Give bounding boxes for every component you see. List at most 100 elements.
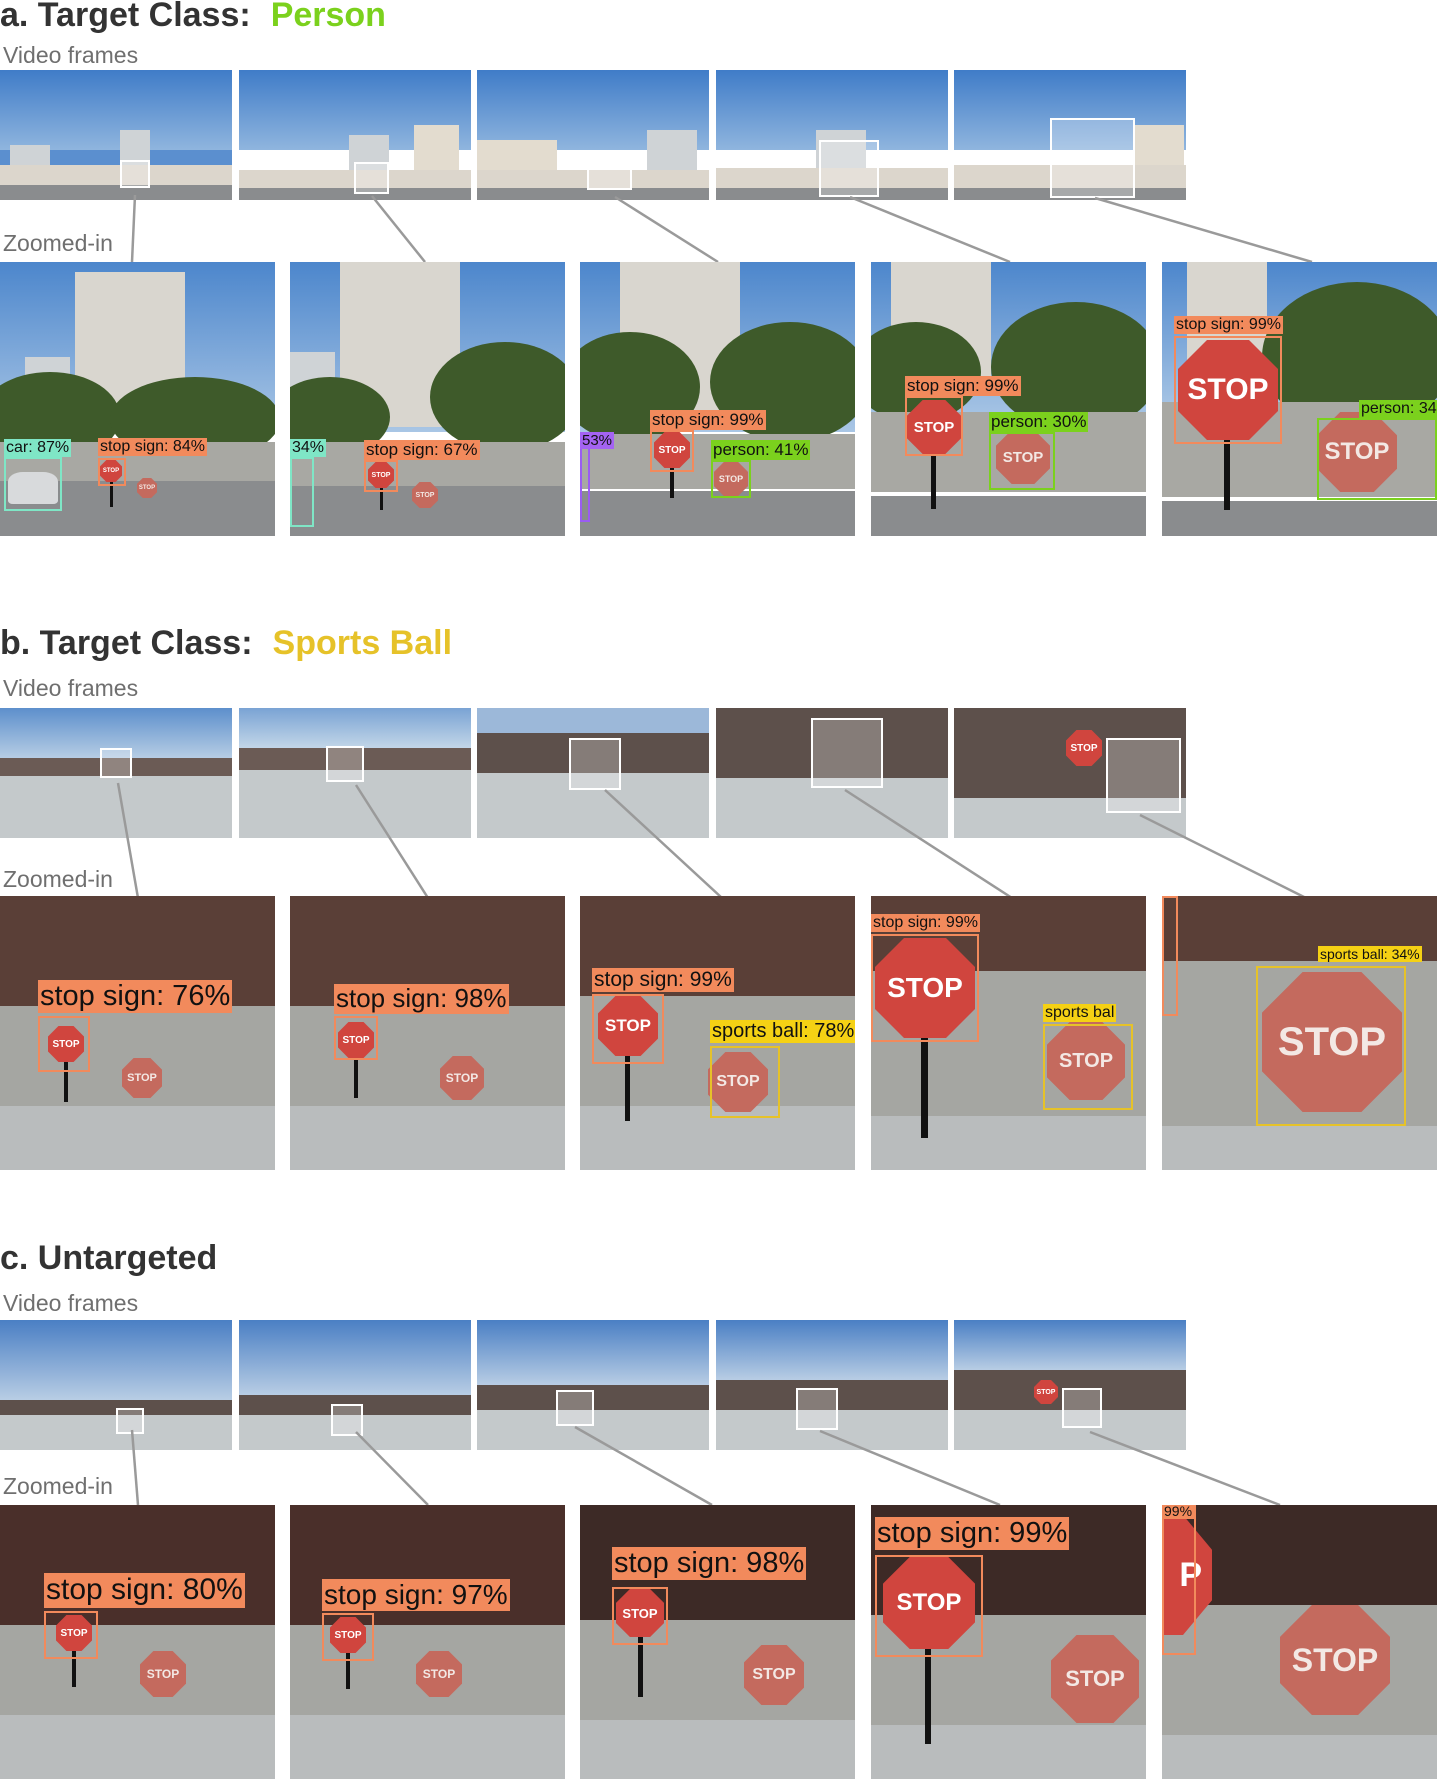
- zoomed-frame: STOP sports ball: 34%: [1162, 896, 1437, 1170]
- detection-box-stop-sign: stop sign: 84%: [98, 438, 207, 486]
- detection-label: stop sign: 76%: [38, 980, 233, 1014]
- zoomed-frame: STOP STOP stop sign: 97%: [290, 1505, 565, 1779]
- video-frame: [239, 708, 471, 838]
- zoomed-row: STOP STOP stop sign: 80% STOP STOP stop …: [0, 1505, 1437, 1779]
- section-label: c. Untargeted: [0, 1239, 218, 1277]
- detection-label: stop sign: 99%: [905, 376, 1021, 396]
- detection-box-stop-sign: 99%: [1162, 1505, 1196, 1655]
- section-a: a. Target Class: Person Video frames Zoom…: [0, 0, 1437, 560]
- region-of-interest: [1106, 738, 1181, 813]
- region-of-interest: [331, 1404, 363, 1436]
- detection-label: stop sign: 84%: [98, 438, 207, 457]
- section-b: b. Target Class: Sports Ball Video frames…: [0, 620, 1437, 1180]
- zoomed-frame: P STOP 99%: [1162, 1505, 1437, 1779]
- detection-label: sports bal: [1043, 1004, 1117, 1023]
- detection-box-stop-sign: stop sign: 98%: [334, 983, 509, 1060]
- detection-box-stop-sign: stop sign: 97%: [322, 1579, 510, 1661]
- zoomed-frame: STOP STOP stop sign: 99% person: 34%: [1162, 262, 1437, 536]
- detection-label: car: 87%: [4, 439, 72, 458]
- region-of-interest: [1050, 118, 1135, 198]
- video-frame: [716, 708, 948, 838]
- detection-label: stop sign: 99%: [592, 968, 734, 993]
- zoomed-frame: STOP STOP stop sign: 99% sports bal: [871, 896, 1146, 1170]
- detection-box-stop-sign: stop sign: 99%: [592, 968, 734, 1064]
- detection-label: stop sign: 99%: [871, 914, 980, 933]
- video-frames-label: Video frames: [3, 1290, 139, 1316]
- detection-label: sports ball: 34%: [1318, 946, 1422, 963]
- region-of-interest: [120, 160, 150, 188]
- video-frames-row: STOP: [0, 708, 1437, 838]
- detection-label: stop sign: 98%: [612, 1547, 807, 1581]
- printed-stop-sign: STOP: [140, 1651, 186, 1697]
- region-of-interest: [326, 746, 364, 782]
- detection-box-other: 53%: [580, 432, 615, 522]
- printed-stop-sign: STOP: [1051, 1635, 1139, 1723]
- detection-box-car: 34%: [290, 439, 327, 527]
- video-frames-label: Video frames: [3, 675, 139, 701]
- video-frame: [477, 708, 709, 838]
- video-frames-row: STOP: [0, 1320, 1437, 1450]
- detection-box-sports-ball: sports bal: [1043, 1004, 1133, 1110]
- zoomed-frame: STOP STOP stop sign: 98%: [580, 1505, 855, 1779]
- detection-label: stop sign: 98%: [334, 983, 509, 1014]
- video-frame: [716, 70, 948, 200]
- video-frame: [954, 70, 1186, 200]
- detection-label: stop sign: 67%: [364, 440, 480, 460]
- detection-box-stop-sign: stop sign: 76%: [38, 980, 233, 1072]
- zoomed-in-label: Zoomed-in: [3, 1473, 113, 1499]
- detection-box-stop-sign: stop sign: 67%: [364, 440, 480, 492]
- detection-box-stop-sign: [1162, 896, 1178, 1016]
- detection-label: stop sign: 97%: [322, 1579, 510, 1612]
- zoomed-in-label: Zoomed-in: [3, 866, 113, 892]
- printed-stop-sign: STOP: [440, 1056, 484, 1100]
- real-stop-sign: STOP: [1034, 1380, 1058, 1404]
- region-of-interest: [556, 1390, 594, 1426]
- detection-label: 53%: [580, 432, 615, 450]
- zoomed-frame: STOP STOP 34% stop sign: 67%: [290, 262, 565, 536]
- zoomed-frame: STOP STOP stop sign: 98%: [290, 896, 565, 1170]
- printed-stop-sign: STOP: [416, 1651, 462, 1697]
- zoomed-row: STOP STOP stop sign: 76% STOP STOP stop …: [0, 896, 1437, 1170]
- target-class-name: Sports Ball: [272, 624, 453, 662]
- video-frame: [477, 1320, 709, 1450]
- section-title: a. Target Class: Person: [0, 0, 386, 35]
- region-of-interest: [587, 150, 632, 190]
- detection-label: sports ball: 78%: [710, 1020, 855, 1043]
- video-frame: [239, 1320, 471, 1450]
- detection-box-stop-sign: stop sign: 99%: [875, 1517, 1070, 1657]
- detection-box-car: car: 87%: [4, 439, 72, 511]
- detection-box-stop-sign: stop sign: 99%: [650, 410, 766, 472]
- zoomed-in-label: Zoomed-in: [3, 230, 113, 256]
- detection-label: person: 34%: [1359, 400, 1437, 419]
- section-label: b. Target Class:: [0, 624, 253, 662]
- zoomed-frame: STOP STOP stop sign: 99% sports ball: 78…: [580, 896, 855, 1170]
- region-of-interest: [116, 1408, 144, 1434]
- detection-box-person: person: 41%: [711, 440, 811, 498]
- zoomed-frame: STOP STOP stop sign: 99%: [871, 1505, 1146, 1779]
- printed-stop-sign: STOP: [122, 1058, 162, 1098]
- real-stop-sign: STOP: [1066, 730, 1102, 766]
- video-frames-row: [0, 70, 1437, 200]
- region-of-interest: [569, 738, 621, 790]
- video-frame: STOP: [954, 708, 1186, 838]
- section-title: b. Target Class: Sports Ball: [0, 624, 452, 663]
- printed-stop-sign: STOP: [1280, 1605, 1390, 1715]
- region-of-interest: [819, 140, 879, 197]
- video-frame: [0, 708, 232, 838]
- detection-label: person: 41%: [711, 440, 811, 460]
- zoomed-frame: STOP STOP car: 87% stop sign: 84%: [0, 262, 275, 536]
- video-frame: [0, 1320, 232, 1450]
- zoomed-frame: STOP STOP stop sign: 76%: [0, 896, 275, 1170]
- zoomed-frame: STOP STOP stop sign: 99% person: 30%: [871, 262, 1146, 536]
- region-of-interest: [811, 718, 883, 788]
- detection-label: 34%: [290, 439, 327, 458]
- detection-box-sports-ball: sports ball: 34%: [1256, 946, 1422, 1126]
- printed-stop-sign: STOP: [412, 482, 438, 508]
- detection-box-sports-ball: sports ball: 78%: [710, 1020, 855, 1118]
- section-title: c. Untargeted: [0, 1239, 217, 1278]
- section-label: a. Target Class:: [0, 0, 251, 34]
- region-of-interest: [354, 162, 389, 194]
- region-of-interest: [100, 748, 132, 778]
- video-frame: STOP: [954, 1320, 1186, 1450]
- section-c: c. Untargeted Video frames Zoomed-in STO…: [0, 1235, 1437, 1780]
